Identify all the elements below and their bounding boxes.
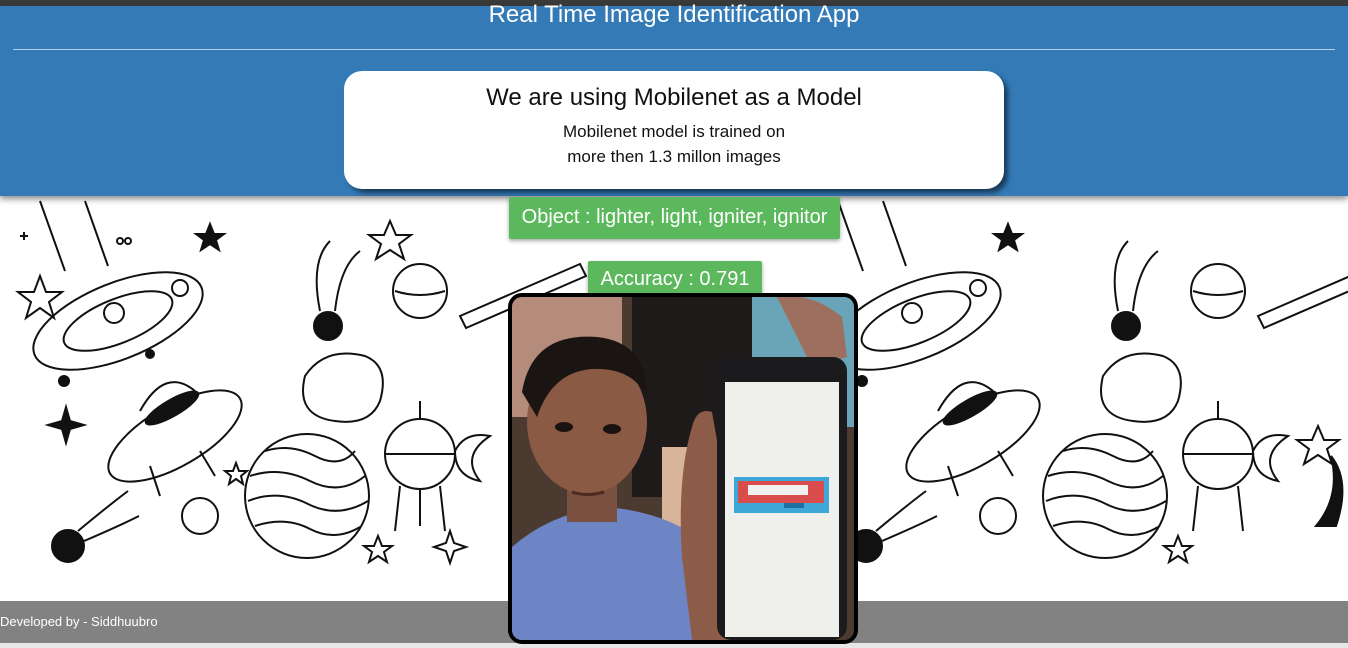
space-doodle-tile-right <box>830 200 1348 565</box>
object-prediction-label: Object : lighter, light, igniter, ignito… <box>509 197 840 239</box>
footer-credit: Developed by - Siddhuubro <box>0 614 158 629</box>
model-card-description: Mobilenet model is trained on more then … <box>344 119 1004 169</box>
accuracy-label: Accuracy : 0.791 <box>588 261 762 297</box>
model-info-card: We are using Mobilenet as a Model Mobile… <box>344 71 1004 189</box>
webcam-frame-image <box>512 297 854 640</box>
app-header: Real Time Image Identification App We ar… <box>0 1 1348 196</box>
model-card-line-1: Mobilenet model is trained on <box>562 122 786 141</box>
space-doodle-tile-left <box>15 200 588 567</box>
webcam-feed <box>508 293 858 644</box>
app-title: Real Time Image Identification App <box>488 1 860 28</box>
model-card-title: We are using Mobilenet as a Model <box>486 84 862 111</box>
header-divider <box>13 49 1335 50</box>
model-card-line-2: more then 1.3 millon images <box>567 147 781 166</box>
